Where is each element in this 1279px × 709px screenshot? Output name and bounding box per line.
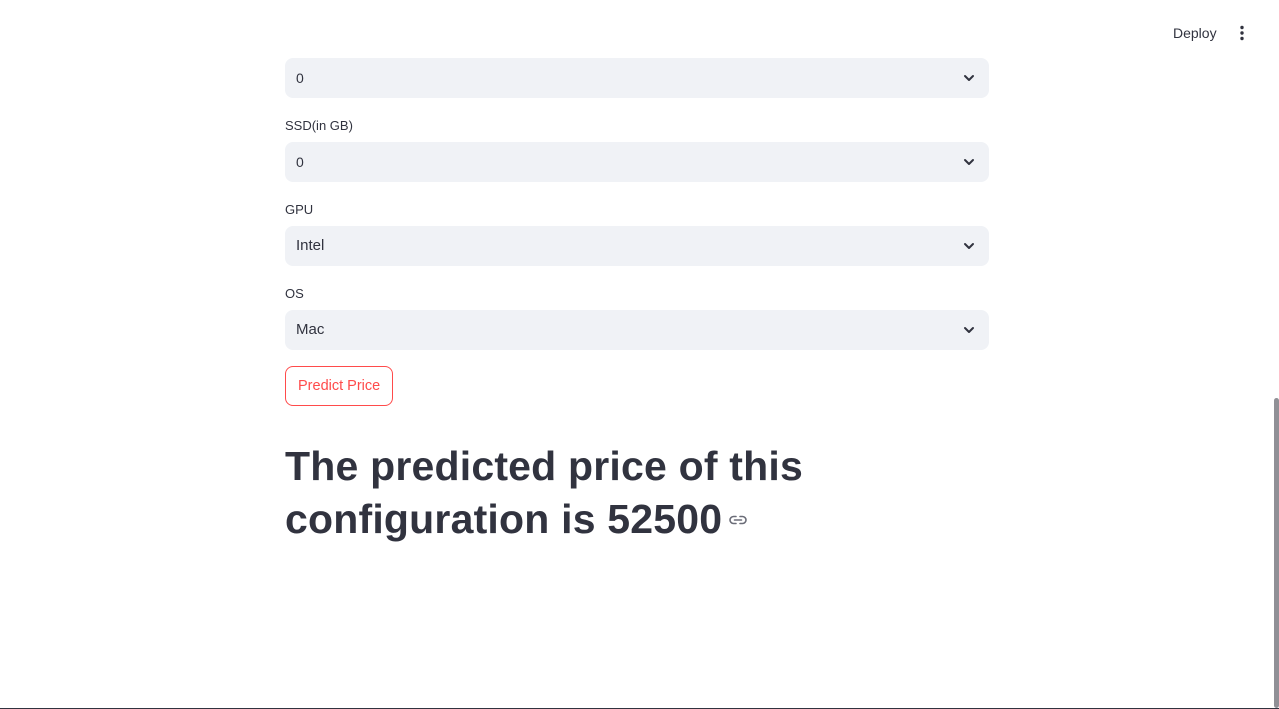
ram-select-value: 0: [296, 70, 304, 86]
scrollbar-thumb[interactable]: [1274, 398, 1279, 708]
ram-select[interactable]: 0: [285, 58, 989, 98]
app-header: Deploy: [0, 0, 1279, 66]
link-icon[interactable]: [728, 514, 748, 526]
deploy-button[interactable]: Deploy: [1160, 22, 1230, 44]
ssd-label: SSD(in GB): [285, 118, 353, 133]
vertical-ellipsis-icon: [1240, 25, 1244, 41]
os-label: OS: [285, 286, 304, 301]
gpu-select-value: Intel: [296, 237, 325, 254]
predicted-price-heading: The predicted price of this configuratio…: [285, 440, 845, 546]
predict-price-button[interactable]: Predict Price: [285, 366, 394, 406]
os-select-value: Mac: [296, 321, 325, 338]
main-menu-button[interactable]: [1228, 22, 1256, 44]
chevron-down-icon: [962, 323, 976, 337]
chevron-down-icon: [962, 71, 976, 85]
os-select[interactable]: Mac: [285, 310, 989, 350]
app-page: Deploy 0 SSD(in GB) 0 GPU Intel OS Mac P…: [0, 0, 1279, 709]
gpu-select[interactable]: Intel: [285, 226, 989, 266]
ssd-select[interactable]: 0: [285, 142, 989, 182]
gpu-label: GPU: [285, 202, 314, 217]
scrollbar[interactable]: [1273, 0, 1279, 709]
predicted-price-text: The predicted price of this configuratio…: [285, 443, 803, 542]
chevron-down-icon: [962, 239, 976, 253]
ssd-select-value: 0: [296, 154, 304, 170]
chevron-down-icon: [962, 155, 976, 169]
